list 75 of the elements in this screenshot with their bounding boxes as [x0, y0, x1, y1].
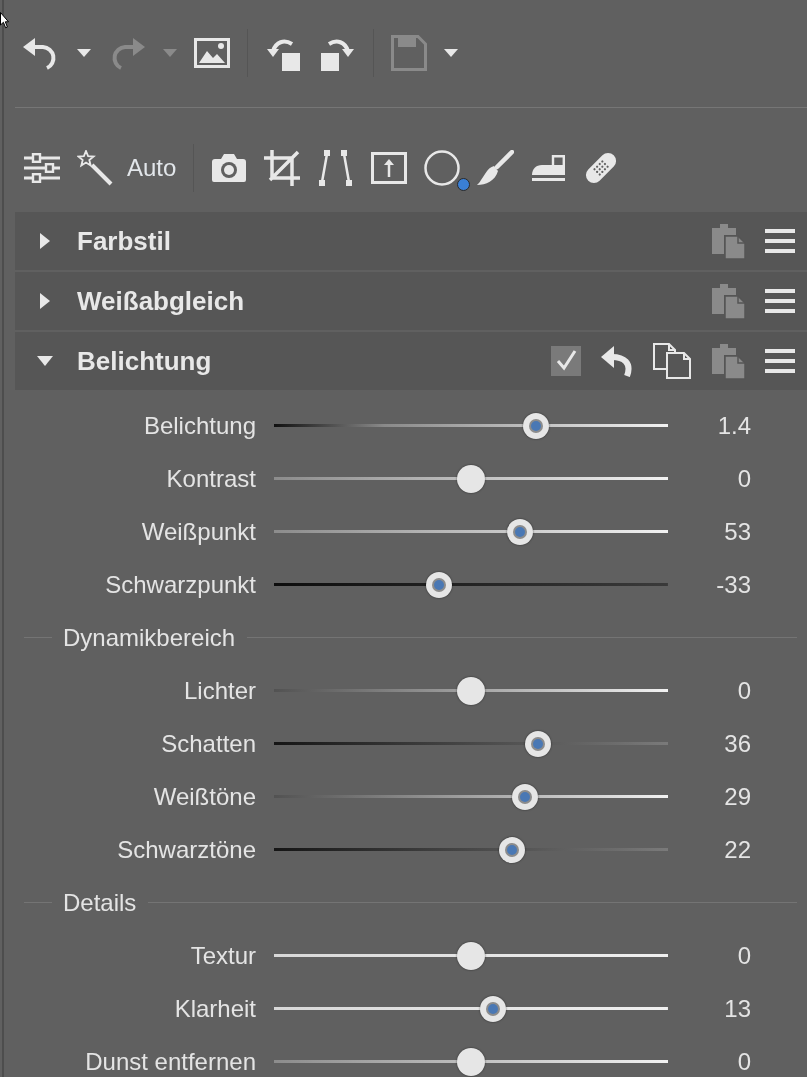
slider-label: Schatten [160, 729, 256, 758]
slider[interactable] [274, 994, 668, 1023]
slider[interactable] [274, 676, 668, 705]
slider[interactable] [274, 782, 668, 811]
menu-icon[interactable] [765, 289, 795, 313]
section-title: Weißabgleich [77, 285, 246, 317]
slider-value: 0 [736, 676, 751, 705]
slider-value: 22 [723, 835, 751, 864]
slider[interactable] [274, 517, 668, 546]
slider-label: Belichtung [142, 411, 256, 440]
slider-thumb[interactable] [524, 730, 551, 757]
slider[interactable] [274, 570, 668, 599]
brush-icon[interactable] [476, 150, 515, 186]
slider-label: Schwarzpunkt [104, 570, 256, 599]
slider[interactable] [274, 411, 668, 440]
disclosure-triangle-icon[interactable] [37, 356, 53, 366]
slider[interactable] [274, 1047, 668, 1076]
slider-label: Schwarztöne [116, 835, 256, 864]
disclosure-triangle-icon[interactable] [40, 293, 50, 309]
menu-icon[interactable] [765, 349, 795, 373]
crop-icon[interactable] [264, 150, 301, 186]
slider-value: -33 [715, 570, 751, 599]
slider-label: Weißtöne [152, 782, 256, 811]
group-label: Dynamikbereich [63, 623, 236, 652]
slider-thumb[interactable] [480, 995, 507, 1022]
slider-thumb[interactable] [511, 783, 538, 810]
slider-thumb[interactable] [457, 941, 485, 970]
auto-button[interactable]: Auto [77, 150, 177, 186]
slider-thumb[interactable] [523, 412, 549, 439]
slider-thumb[interactable] [457, 464, 485, 493]
menu-icon[interactable] [765, 229, 795, 253]
copy-icon[interactable] [653, 343, 691, 379]
group-label: Details [63, 888, 137, 917]
slider-value: 0 [736, 1047, 751, 1076]
section-header[interactable]: Farbstil [15, 212, 807, 270]
slider-label: Klarheit [173, 994, 256, 1023]
caret-icon[interactable] [444, 49, 458, 57]
slider-label: Textur [189, 941, 256, 970]
slanted-lines-icon[interactable] [317, 150, 355, 186]
circle-icon[interactable] [424, 150, 471, 191]
wand-icon [77, 150, 113, 186]
image-icon[interactable] [194, 38, 230, 68]
camera-icon[interactable] [211, 153, 248, 183]
box-arrow-up-icon[interactable] [371, 152, 408, 184]
section-title: Belichtung [77, 345, 213, 377]
caret-icon[interactable] [77, 49, 91, 57]
sliders-icon[interactable] [24, 153, 60, 183]
disclosure-triangle-icon[interactable] [40, 233, 50, 249]
slider-label: Dunst entfernen [84, 1047, 256, 1076]
slider-value: 0 [736, 464, 751, 493]
slider[interactable] [274, 835, 668, 864]
slider-thumb[interactable] [498, 836, 525, 863]
slider-value: 0 [736, 941, 751, 970]
slider-value: 53 [723, 517, 751, 546]
slider-thumb[interactable] [506, 518, 533, 545]
slider-thumb[interactable] [457, 676, 485, 705]
slider-value: 36 [723, 729, 751, 758]
slider[interactable] [274, 729, 668, 758]
iron-icon[interactable] [531, 154, 566, 182]
checkbox[interactable] [551, 346, 581, 376]
slider-label: Weißpunkt [140, 517, 256, 546]
slider[interactable] [274, 464, 668, 493]
section-title: Farbstil [77, 225, 172, 257]
section-header[interactable]: Belichtung [15, 332, 807, 390]
slider[interactable] [274, 941, 668, 970]
slider-thumb[interactable] [457, 1047, 485, 1076]
slider-label: Kontrast [165, 464, 256, 493]
section-header[interactable]: Weißabgleich [15, 272, 807, 330]
slider-value: 1.4 [716, 411, 751, 440]
cursor-icon [0, 12, 9, 29]
reset-arrow-icon[interactable] [600, 345, 634, 377]
slider-value: 13 [723, 994, 751, 1023]
slider-value: 29 [723, 782, 751, 811]
slider-thumb[interactable] [426, 571, 453, 598]
slider-label: Lichter [182, 676, 256, 705]
